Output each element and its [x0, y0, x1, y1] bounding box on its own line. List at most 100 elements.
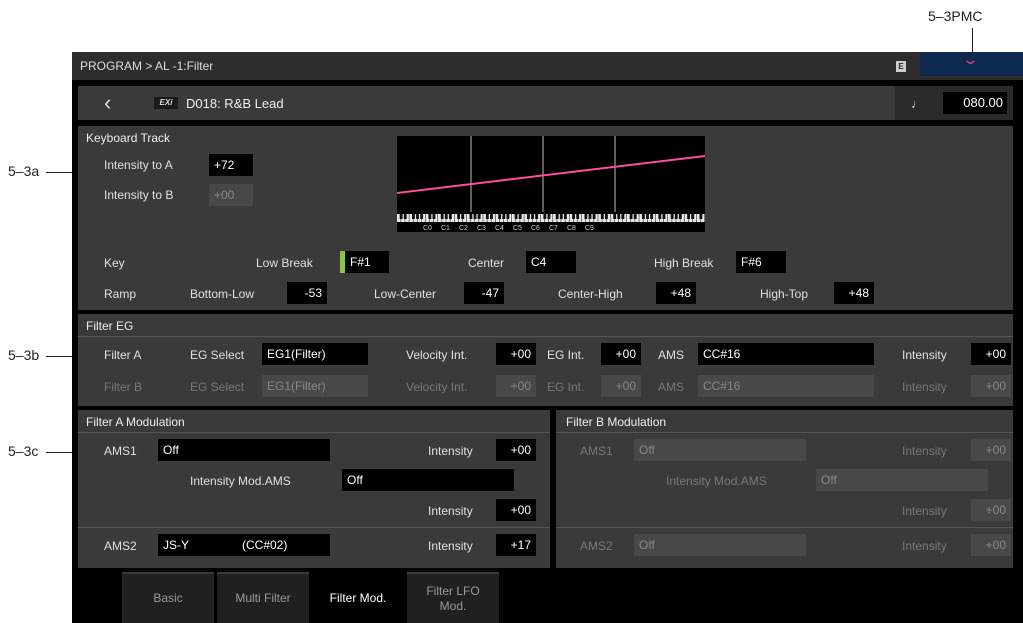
graph-black-key — [531, 214, 534, 219]
graph-octave-label: C5 — [513, 225, 522, 232]
filter-eg-divider — [78, 336, 1013, 337]
graph-black-key — [572, 214, 576, 219]
back-icon[interactable]: ‹ — [104, 90, 111, 116]
filter-b-eg-label: Filter B — [104, 380, 143, 394]
high-break-value[interactable]: F#6 — [736, 251, 786, 273]
filter-a-ams2-intensity-value[interactable]: +17 — [496, 534, 536, 556]
graph-black-key — [469, 214, 473, 219]
tab-basic[interactable]: Basic — [122, 572, 214, 623]
low-center-value[interactable]: -47 — [464, 282, 504, 304]
intensity-to-a-value[interactable]: +72 — [209, 154, 253, 176]
graph-black-key — [691, 214, 695, 219]
low-center-label: Low-Center — [374, 287, 437, 301]
synth-screen: PROGRAM > AL -1:Filter E ⌄ ‹ EXi D018: R… — [72, 52, 1023, 623]
bottom-low-value[interactable]: -53 — [287, 282, 327, 304]
graph-black-key — [687, 214, 691, 219]
filter-b-ams1-intensity-value[interactable]: +00 — [971, 439, 1011, 461]
filter-a-ams2-value[interactable]: JS-Y (CC#02) — [158, 534, 330, 556]
filter-b-eg-select-label: EG Select — [190, 380, 245, 394]
filter-b-ams-label: AMS — [658, 380, 685, 394]
filter-a-mod-divider — [78, 527, 550, 528]
low-break-value[interactable]: F#1 — [345, 251, 389, 273]
graph-black-key — [535, 214, 539, 219]
filter-b-ams2-intensity-value[interactable]: +00 — [971, 534, 1011, 556]
filter-a-velocity-label: Velocity Int. — [406, 348, 468, 362]
tab-filter-lfo-mod[interactable]: Filter LFO Mod. — [407, 572, 499, 623]
graph-black-key — [563, 214, 567, 219]
graph-octave-label: C3 — [477, 225, 486, 232]
graph-black-key — [514, 214, 518, 219]
filter-a-ams1-value[interactable]: Off — [158, 439, 330, 461]
graph-black-key — [526, 214, 530, 219]
filter-a-intensity-value[interactable]: +00 — [971, 343, 1011, 365]
low-break-label: Low Break — [256, 256, 313, 270]
filter-a-eg-int-label: EG Int. — [547, 348, 585, 362]
intensity-to-a-label: Intensity to A — [104, 158, 173, 172]
filter-b-eg-int-value[interactable]: +00 — [601, 375, 641, 397]
filter-a-velocity-value[interactable]: +00 — [496, 343, 536, 365]
graph-black-key — [420, 214, 424, 219]
center-high-label: Center-High — [558, 287, 623, 301]
graph-black-key — [490, 214, 493, 219]
filter-b-velocity-value[interactable]: +00 — [496, 375, 536, 397]
annotation-5-3a: 5–3a — [8, 163, 40, 179]
tempo-value[interactable]: 080.00 — [943, 92, 1007, 114]
filter-a-mod-intensity-value[interactable]: +00 — [496, 499, 536, 521]
high-top-label: High-Top — [760, 287, 809, 301]
center-value[interactable]: C4 — [526, 251, 576, 273]
filter-a-eg-select-value[interactable]: EG1(Filter) — [262, 343, 368, 365]
filter-a-mod-intensity-label: Intensity — [428, 504, 473, 518]
graph-black-key — [641, 214, 645, 219]
filter-b-mod-intensity-value[interactable]: +00 — [971, 499, 1011, 521]
filter-b-intensity-value[interactable]: +00 — [971, 375, 1011, 397]
filter-a-eg-select-label: EG Select — [190, 348, 245, 362]
program-name[interactable]: D018: R&B Lead — [186, 96, 284, 111]
graph-black-key — [674, 214, 678, 219]
graph-octave-label: C6 — [531, 225, 540, 232]
graph-black-key — [411, 214, 415, 219]
graph-black-key — [448, 214, 452, 219]
filter-a-intensity-mod-ams-value[interactable]: Off — [342, 469, 514, 491]
filter-a-ams-value[interactable]: CC#16 — [698, 343, 874, 365]
high-top-value[interactable]: +48 — [834, 282, 874, 304]
exi-engine-badge: EXi — [154, 97, 178, 109]
filter-b-modulation-title: Filter B Modulation — [566, 415, 667, 429]
tab-multi-filter[interactable]: Multi Filter — [217, 572, 309, 623]
filter-a-mod-divider-top — [78, 432, 550, 433]
keyboard-track-graph-svg: C0 C1 C2 C3 C4 C5 C6 C7 C8 C9 — [396, 136, 706, 232]
filter-b-mod-intensity-label: Intensity — [902, 504, 947, 518]
center-high-value[interactable]: +48 — [656, 282, 696, 304]
intensity-to-b-value[interactable]: +00 — [209, 184, 253, 206]
graph-octave-label: C8 — [567, 225, 576, 232]
filter-b-eg-select-value[interactable]: EG1(Filter) — [262, 375, 368, 397]
graph-black-key — [444, 214, 448, 219]
filter-b-intensity-label: Intensity — [902, 380, 947, 394]
tab-filter-mod[interactable]: Filter Mod. — [312, 572, 404, 623]
graph-black-key — [576, 214, 580, 219]
graph-black-key — [428, 214, 432, 219]
filter-b-ams-value[interactable]: CC#16 — [698, 375, 874, 397]
graph-black-key — [547, 214, 551, 219]
page-menu-command-button[interactable]: ⌄ — [920, 52, 1023, 76]
page-tab-bar: Basic Multi Filter Filter Mod. Filter LF… — [72, 572, 1023, 623]
key-label: Key — [104, 256, 125, 270]
filter-b-velocity-label: Velocity Int. — [406, 380, 468, 394]
graph-black-key — [432, 214, 436, 219]
filter-b-ams2-value[interactable]: Off — [634, 534, 806, 556]
graph-black-key — [670, 214, 674, 219]
program-bar: ‹ EXi D018: R&B Lead ♩ 080.00 — [78, 86, 1013, 120]
filter-a-ams2-source: JS-Y — [163, 538, 190, 552]
graph-black-key — [592, 214, 596, 219]
quarter-note-icon: ♩ — [911, 96, 924, 111]
graph-black-key — [629, 214, 633, 219]
filter-a-eg-int-value[interactable]: +00 — [601, 343, 641, 365]
tempo-control: ♩ 080.00 — [895, 86, 1013, 120]
graph-black-key — [502, 214, 506, 219]
filter-a-intensity-label: Intensity — [902, 348, 947, 362]
center-label: Center — [468, 256, 505, 270]
graph-black-key — [646, 214, 649, 219]
filter-b-intensity-mod-ams-value[interactable]: Off — [816, 469, 988, 491]
graph-black-key — [559, 214, 563, 219]
filter-a-ams1-intensity-value[interactable]: +00 — [496, 439, 536, 461]
filter-b-ams1-value[interactable]: Off — [634, 439, 806, 461]
